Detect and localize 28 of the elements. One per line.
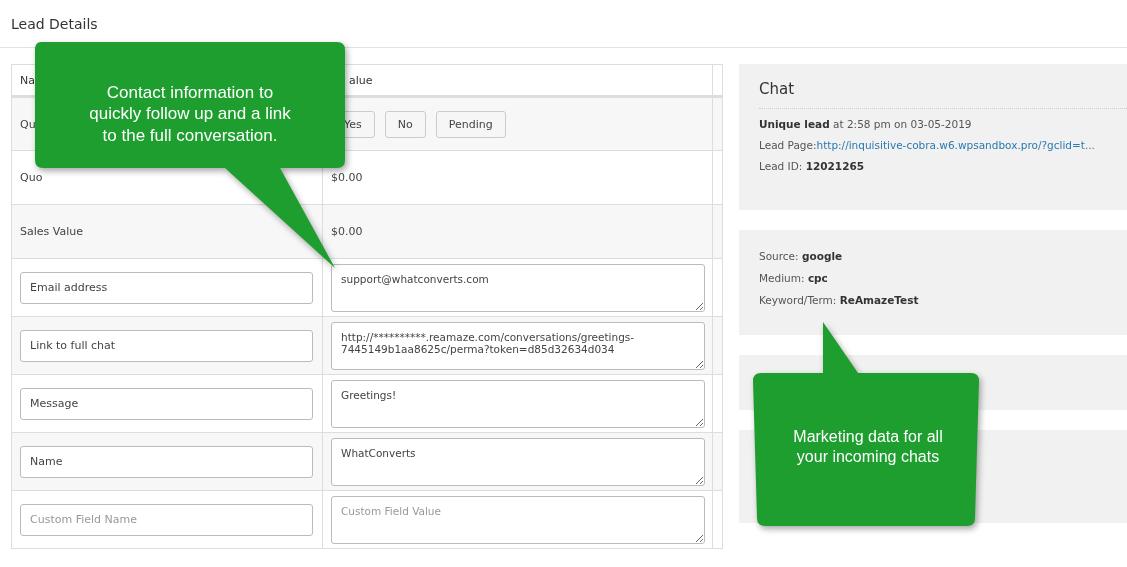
- value-field[interactable]: support@whatconverts.com: [331, 263, 705, 312]
- row-value: $0.00: [331, 225, 363, 238]
- value-field[interactable]: http://**********.reamaze.com/conversations/greetings-7445149b1aa8625c/perma?token=d85d32634d034: [331, 321, 705, 370]
- info-line: Medium: cpc: [759, 272, 829, 284]
- name-field[interactable]: Custom Field Name: [20, 503, 313, 536]
- info-line: Lead ID: 12021265: [759, 160, 866, 172]
- value-field[interactable]: Custom Field Value: [331, 495, 705, 544]
- name-field[interactable]: Email address: [20, 271, 313, 304]
- info-line: Keyword/Term: ReAmazeTest: [759, 294, 920, 306]
- lead-page-link[interactable]: http://inquisitive-cobra.w6.wpsandbox.pro/?gclid=t...: [816, 139, 1095, 151]
- panel-title: Chat: [759, 80, 1127, 109]
- info-line: Source: google: [759, 250, 844, 262]
- callout-text: Marketing data for all your incoming chats: [792, 427, 944, 467]
- row-label: Sales Value: [20, 225, 83, 238]
- name-field[interactable]: Message: [20, 387, 313, 420]
- option-button[interactable]: No: [384, 110, 426, 138]
- value-field[interactable]: WhatConverts: [331, 437, 705, 486]
- row-value: $0.00: [331, 171, 363, 184]
- row-label: Qu: [20, 117, 36, 131]
- name-field[interactable]: Link to full chat: [20, 329, 313, 362]
- value-field[interactable]: Greetings!: [331, 379, 705, 428]
- callout-text: Contact information to quickly follow up and a link to the full conversation.: [88, 82, 292, 146]
- row-label: Quo: [20, 171, 43, 184]
- info-label: Lead Page:: [759, 139, 817, 151]
- page-title: Lead Details: [11, 15, 98, 32]
- option-button[interactable]: Pending: [435, 110, 506, 138]
- name-field[interactable]: Name: [20, 445, 313, 478]
- info-line: Unique lead at 2:58 pm on 03-05-2019: [759, 118, 973, 130]
